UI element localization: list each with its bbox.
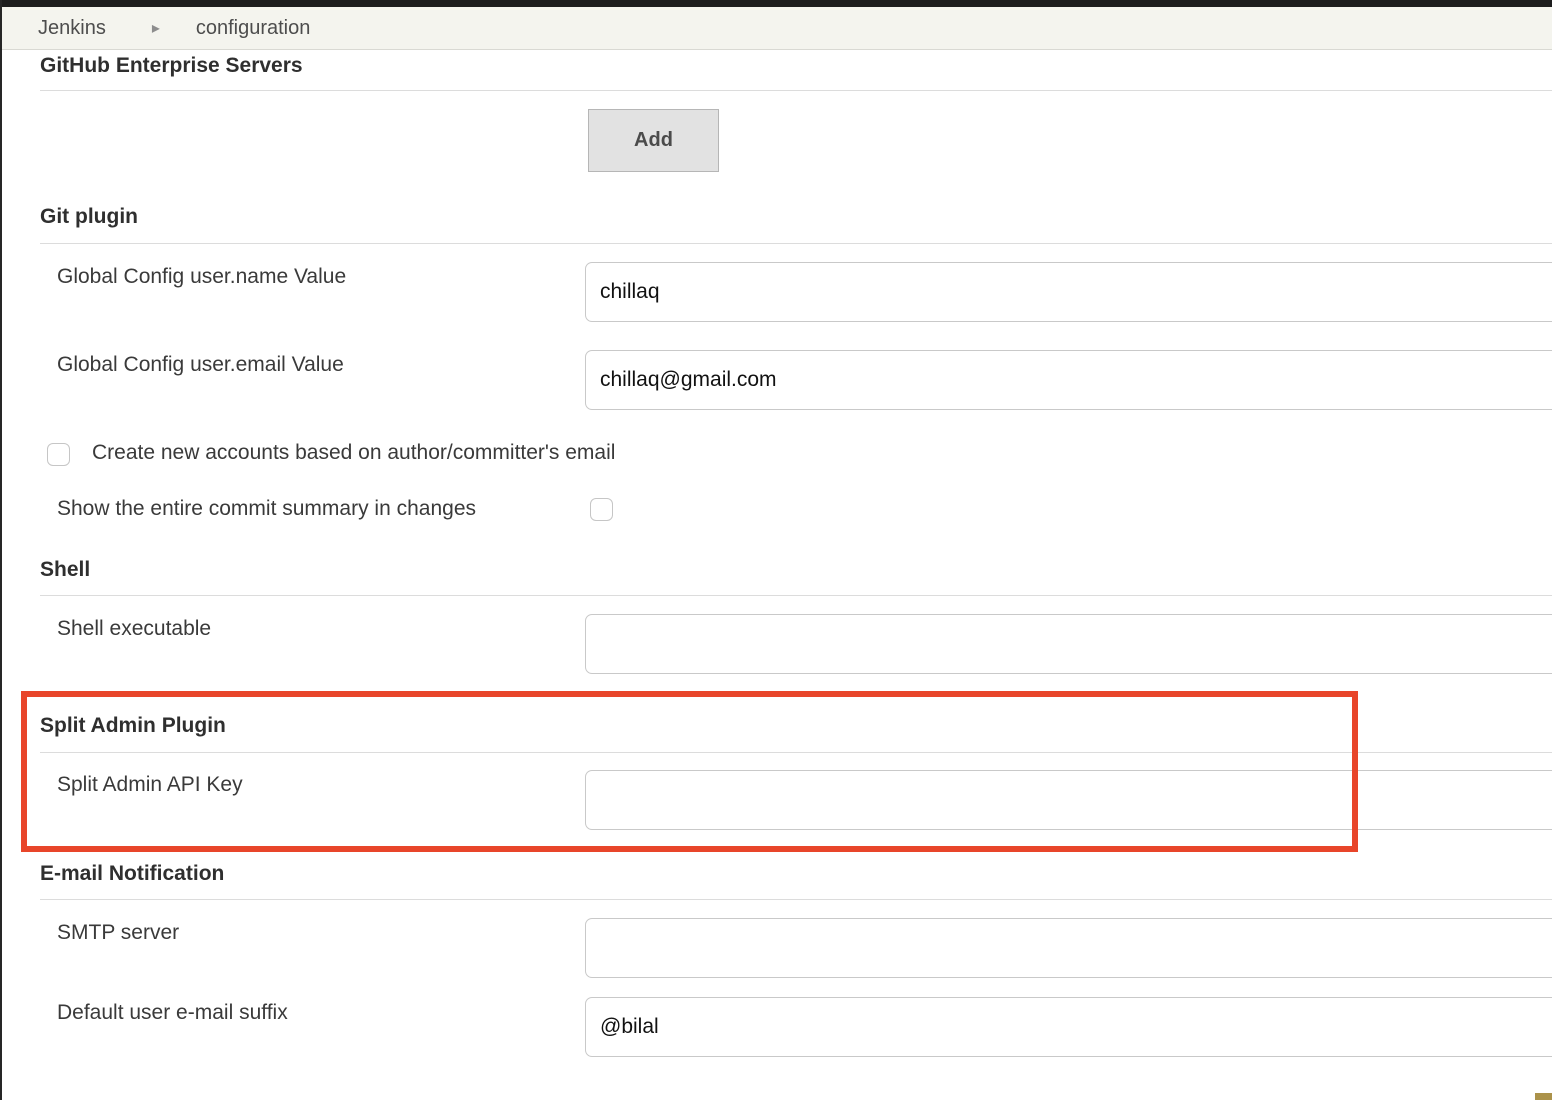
- label-split-admin-api-key: Split Admin API Key: [57, 773, 243, 797]
- shell-executable-input[interactable]: [585, 614, 1552, 674]
- create-accounts-checkbox[interactable]: [47, 443, 70, 466]
- section-divider: [40, 595, 1552, 596]
- label-global-config-username: Global Config user.name Value: [57, 265, 346, 289]
- global-config-username-input[interactable]: [585, 262, 1552, 322]
- jenkins-configuration-page: Jenkins ▸ configuration GitHub Enterpris…: [0, 0, 1552, 1100]
- label-show-commit-summary: Show the entire commit summary in change…: [57, 497, 476, 521]
- section-divider: [40, 90, 1552, 91]
- section-title-email-notification: E-mail Notification: [40, 862, 224, 886]
- default-email-suffix-input[interactable]: [585, 997, 1552, 1057]
- label-shell-executable: Shell executable: [57, 617, 211, 641]
- add-github-server-button[interactable]: Add: [588, 109, 719, 172]
- breadcrumb: Jenkins ▸ configuration: [2, 7, 1552, 50]
- smtp-server-input[interactable]: [585, 918, 1552, 978]
- section-title-git-plugin: Git plugin: [40, 205, 138, 229]
- label-global-config-useremail: Global Config user.email Value: [57, 353, 344, 377]
- section-divider: [40, 752, 1552, 753]
- breadcrumb-configuration-link[interactable]: configuration: [196, 17, 311, 40]
- global-config-useremail-input[interactable]: [585, 350, 1552, 410]
- label-smtp-server: SMTP server: [57, 921, 179, 945]
- section-divider: [40, 243, 1552, 244]
- label-create-accounts: Create new accounts based on author/comm…: [92, 441, 615, 465]
- label-default-email-suffix: Default user e-mail suffix: [57, 1001, 288, 1025]
- breadcrumb-jenkins-link[interactable]: Jenkins: [38, 17, 106, 40]
- section-title-shell: Shell: [40, 558, 90, 582]
- breadcrumb-arrow-icon: ▸: [152, 18, 160, 38]
- show-commit-summary-checkbox[interactable]: [590, 498, 613, 521]
- section-title-split-admin-plugin: Split Admin Plugin: [40, 714, 226, 738]
- top-window-bar: [2, 0, 1552, 7]
- tooltip-fragment: [1535, 1093, 1552, 1100]
- section-divider: [40, 899, 1552, 900]
- section-title-github-enterprise-servers: GitHub Enterprise Servers: [40, 54, 303, 78]
- split-admin-api-key-input[interactable]: [585, 770, 1552, 830]
